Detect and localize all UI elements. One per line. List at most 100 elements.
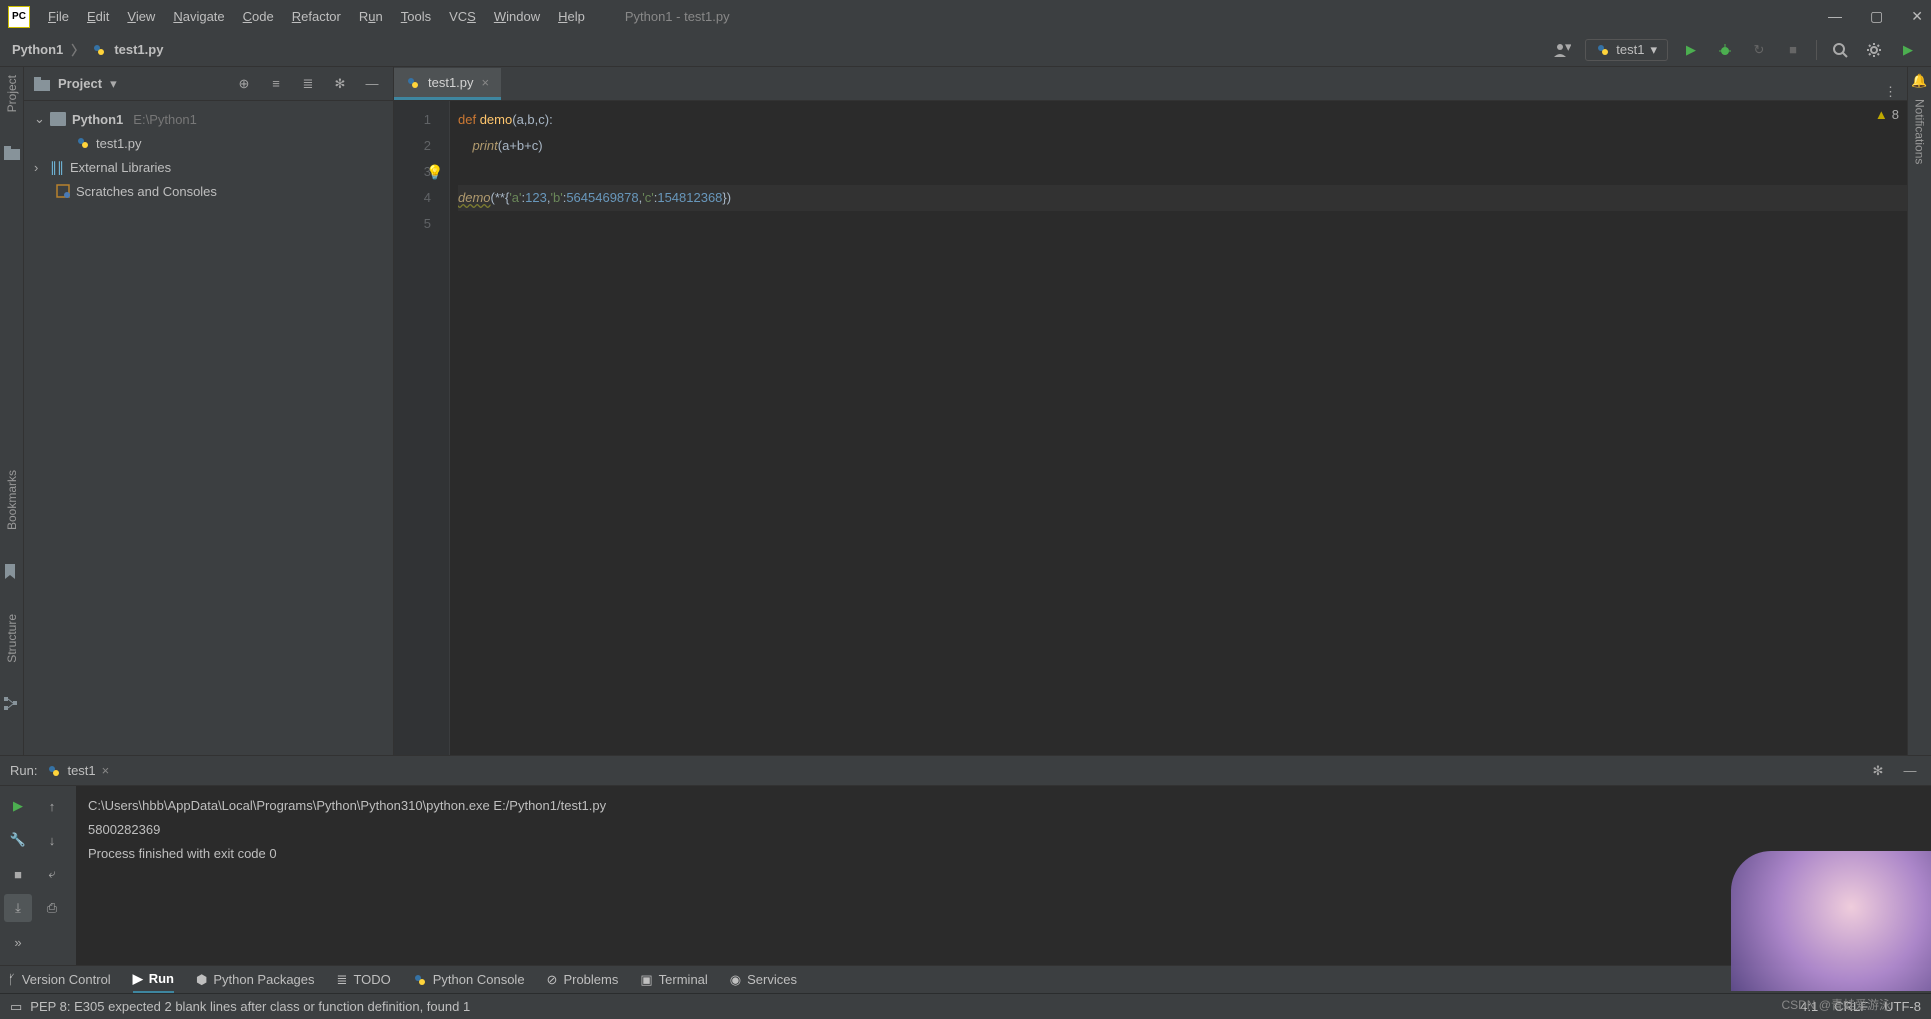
scroll-to-end-icon[interactable]: ⤓: [4, 894, 32, 922]
problems-icon: ⊘: [547, 972, 558, 988]
console-output[interactable]: C:\Users\hbb\AppData\Local\Programs\Pyth…: [76, 786, 1931, 965]
editor-tabs-more-icon[interactable]: ⋮: [1884, 84, 1907, 100]
chevron-down-icon: ▾: [1650, 42, 1657, 58]
project-panel-header: Project ▾ ⊕ ≡ ≣ ✻ —: [24, 67, 393, 101]
tool-tab-structure[interactable]: Structure: [5, 614, 19, 663]
intention-bulb-icon[interactable]: 💡: [426, 159, 443, 185]
tree-scratches[interactable]: Scratches and Consoles: [24, 179, 393, 203]
run-panel-settings-icon[interactable]: ✻: [1867, 760, 1889, 782]
folder-icon: [4, 146, 20, 162]
menu-help[interactable]: Help: [558, 9, 585, 24]
minimize-button[interactable]: —: [1828, 8, 1842, 25]
menu-window[interactable]: Window: [494, 9, 540, 24]
title-bar: PC File Edit View Navigate Code Refactor…: [0, 0, 1931, 33]
panel-settings-icon[interactable]: ✻: [329, 73, 351, 95]
project-tree: ⌄ Python1 E:\Python1 test1.py › ∥∥ Exter…: [24, 101, 393, 209]
menu-run[interactable]: Run: [359, 9, 383, 24]
run-anything-icon[interactable]: ▶: [1897, 39, 1919, 61]
breadcrumb-project[interactable]: Python1: [12, 42, 63, 57]
tab-todo[interactable]: ≣ TODO: [337, 972, 391, 988]
python-file-icon: [76, 136, 90, 150]
run-config-label: test1: [1616, 42, 1644, 57]
collapse-all-icon[interactable]: ≣: [297, 73, 319, 95]
menu-refactor[interactable]: Refactor: [292, 9, 341, 24]
menu-vcs[interactable]: VCS: [449, 9, 476, 24]
tree-project-root[interactable]: ⌄ Python1 E:\Python1: [24, 107, 393, 131]
editor-body[interactable]: 1 2 3 4 5 💡def demo(a,b,c): print(a+b+c)…: [394, 101, 1907, 755]
run-panel-tab[interactable]: test1 ×: [47, 763, 109, 778]
notifications-icon[interactable]: 🔔: [1911, 73, 1927, 89]
tab-services[interactable]: ◉ Services: [730, 972, 797, 988]
run-coverage-button[interactable]: ↻: [1748, 39, 1770, 61]
tab-run[interactable]: ▶ Run: [133, 966, 174, 993]
console-line: C:\Users\hbb\AppData\Local\Programs\Pyth…: [88, 794, 1919, 818]
menu-file[interactable]: File: [48, 9, 69, 24]
bottom-tool-tabs: ᚶ Version Control ▶ Run ⬢ Python Package…: [0, 965, 1931, 993]
inspection-indicator[interactable]: ▲ 8: [1875, 107, 1899, 122]
run-config-selector[interactable]: test1 ▾: [1585, 39, 1668, 61]
menu-tools[interactable]: Tools: [401, 9, 431, 24]
right-tool-stripe: 🔔 Notifications: [1907, 67, 1931, 755]
close-button[interactable]: ✕: [1911, 8, 1923, 25]
status-tool-window-icon[interactable]: ▭: [10, 999, 22, 1015]
menu-navigate[interactable]: Navigate: [173, 9, 224, 24]
print-icon[interactable]: ⎙: [38, 894, 66, 922]
editor-tab-test1[interactable]: test1.py ×: [394, 68, 501, 100]
line-number: 2: [394, 133, 431, 159]
close-run-tab-icon[interactable]: ×: [102, 763, 110, 778]
maximize-button[interactable]: ▢: [1870, 8, 1883, 25]
wrench-icon[interactable]: 🔧: [4, 826, 32, 854]
status-encoding[interactable]: UTF-8: [1884, 999, 1921, 1014]
status-caret-position[interactable]: 4:1: [1800, 999, 1818, 1014]
soft-wrap-icon[interactable]: ⤶: [38, 860, 66, 888]
structure-icon: [4, 697, 20, 713]
menu-code[interactable]: Code: [243, 9, 274, 24]
close-tab-icon[interactable]: ×: [482, 75, 490, 90]
down-stack-icon[interactable]: ↓: [38, 826, 66, 854]
run-button[interactable]: ▶: [1680, 39, 1702, 61]
python-file-icon: [406, 76, 420, 90]
menu-edit[interactable]: Edit: [87, 9, 109, 24]
menu-view[interactable]: View: [127, 9, 155, 24]
tree-external-libraries[interactable]: › ∥∥ External Libraries: [24, 155, 393, 179]
tab-terminal[interactable]: ▣ Terminal: [640, 972, 707, 988]
chevron-down-icon[interactable]: ▾: [110, 76, 117, 92]
project-panel-title: Project: [58, 76, 102, 91]
tool-tab-bookmarks[interactable]: Bookmarks: [5, 470, 19, 530]
status-line-separator[interactable]: CRLF: [1834, 999, 1868, 1014]
main-menu: File Edit View Navigate Code Refactor Ru…: [48, 9, 585, 24]
tab-python-console[interactable]: Python Console: [413, 972, 525, 987]
more-run-actions-icon[interactable]: »: [4, 928, 32, 956]
editor-tab-label: test1.py: [428, 75, 474, 90]
hide-panel-icon[interactable]: —: [361, 73, 383, 95]
breadcrumb-file[interactable]: test1.py: [114, 42, 163, 57]
python-file-icon: [92, 43, 106, 57]
tree-file-test1[interactable]: test1.py: [24, 131, 393, 155]
debug-button[interactable]: [1714, 39, 1736, 61]
tool-tab-notifications[interactable]: Notifications: [1913, 99, 1927, 164]
stop-button[interactable]: ■: [1782, 39, 1804, 61]
status-bar: ▭ PEP 8: E305 expected 2 blank lines aft…: [0, 993, 1931, 1019]
tool-tab-project[interactable]: Project: [5, 75, 19, 112]
settings-icon[interactable]: [1863, 39, 1885, 61]
bookmark-icon: [4, 564, 20, 580]
tree-root-name: Python1: [72, 112, 123, 127]
select-opened-file-icon[interactable]: ⊕: [233, 73, 255, 95]
expand-all-icon[interactable]: ≡: [265, 73, 287, 95]
up-stack-icon[interactable]: ↑: [38, 792, 66, 820]
add-user-icon[interactable]: ▾: [1551, 39, 1573, 61]
library-icon: ∥∥: [50, 159, 64, 176]
stop-run-button[interactable]: ■: [4, 860, 32, 888]
folder-icon: [50, 112, 66, 126]
hide-run-panel-icon[interactable]: —: [1899, 760, 1921, 782]
tab-python-packages[interactable]: ⬢ Python Packages: [196, 972, 315, 988]
breadcrumb-separator: 〉: [71, 40, 84, 59]
code-content[interactable]: 💡def demo(a,b,c): print(a+b+c) demo(**{'…: [450, 101, 1907, 755]
console-line: 5800282369: [88, 818, 1919, 842]
run-panel-tab-label: test1: [67, 763, 95, 778]
search-icon[interactable]: [1829, 39, 1851, 61]
tab-version-control[interactable]: ᚶ Version Control: [8, 972, 111, 987]
rerun-button[interactable]: ▶: [4, 792, 32, 820]
tab-problems[interactable]: ⊘ Problems: [547, 972, 619, 988]
inspection-count: 8: [1892, 107, 1899, 122]
